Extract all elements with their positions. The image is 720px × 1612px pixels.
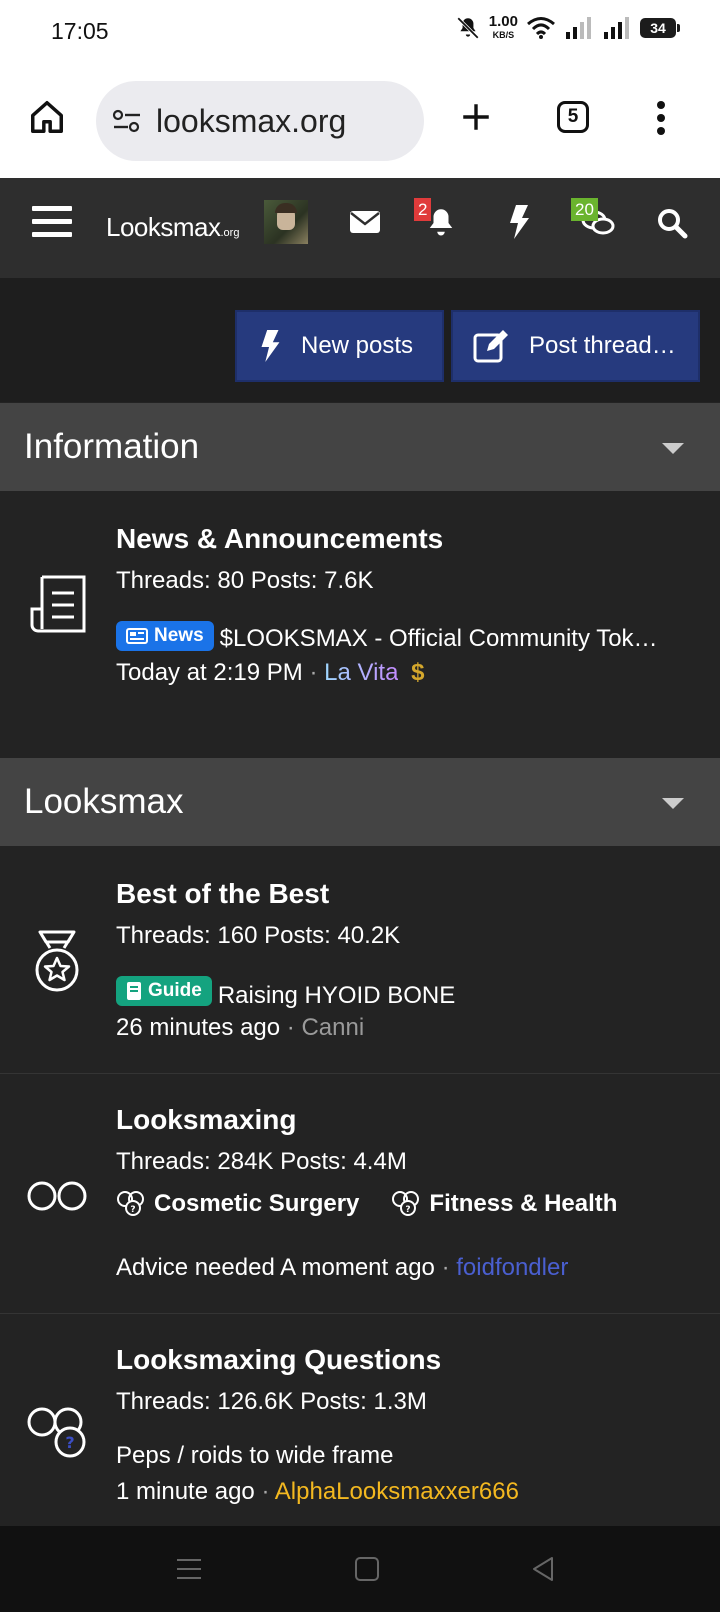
signal-icon-1: [566, 16, 591, 39]
alerts-count-badge: 2: [414, 198, 432, 221]
svg-text:?: ?: [65, 1433, 74, 1452]
latest-meta[interactable]: Advice needed A moment ago · foidfondler: [116, 1254, 568, 1282]
latest-thread[interactable]: Guide Raising HYOID BONE: [116, 976, 455, 1010]
latest-thread-title[interactable]: Peps / roids to wide frame: [116, 1442, 393, 1470]
latest-meta: 26 minutes ago · Canni: [116, 1014, 365, 1041]
recent-apps-icon[interactable]: [176, 1556, 202, 1582]
logo-main-text: Looksmax: [106, 212, 221, 242]
net-speed-unit: KB/S: [492, 30, 515, 40]
prefix-label: News: [154, 625, 204, 646]
latest-user[interactable]: La Vita: [324, 659, 398, 686]
bolt-icon: [261, 329, 280, 363]
latest-time: 26 minutes ago: [116, 1014, 281, 1041]
section-header-looksmax[interactable]: Looksmax: [0, 758, 720, 846]
site-settings-icon[interactable]: [112, 108, 142, 134]
section-header-information[interactable]: Information: [0, 403, 720, 491]
forum-title[interactable]: Looksmaxing: [116, 1104, 296, 1136]
back-nav-icon[interactable]: [530, 1555, 556, 1583]
forum-stats: Threads: 160 Posts: 40.2K: [116, 922, 401, 949]
latest-user[interactable]: Canni: [301, 1014, 364, 1041]
forum-row-best-of-the-best[interactable]: Best of the Best Threads: 160 Posts: 40.…: [0, 848, 720, 1073]
forum-title[interactable]: Best of the Best: [116, 878, 329, 910]
latest-user[interactable]: AlphaLooksmaxxer666: [275, 1478, 519, 1505]
subforum-fitness-health[interactable]: ? Fitness & Health: [391, 1190, 617, 1218]
latest-time: 1 minute ago: [116, 1478, 255, 1505]
search-icon[interactable]: [656, 207, 688, 239]
post-thread-label: Post thread…: [529, 332, 676, 359]
forum-row-looksmaxing-questions[interactable]: ? Looksmaxing Questions Threads: 126.6K …: [0, 1314, 720, 1526]
system-navigation-bar: [0, 1526, 720, 1612]
status-icons: 1.00 KB/S 34: [455, 14, 680, 41]
subforum-cosmetic-surgery[interactable]: ? Cosmetic Surgery: [116, 1190, 359, 1218]
forum-title[interactable]: News & Announcements: [116, 523, 443, 555]
net-speed-value: 1.00: [488, 13, 518, 30]
new-tab-icon[interactable]: [459, 100, 493, 134]
status-time: 17:05: [51, 18, 109, 44]
forum-title[interactable]: Looksmaxing Questions: [116, 1344, 441, 1376]
prefix-label: Guide: [148, 980, 202, 1001]
logo-suffix-text: .org: [220, 227, 240, 239]
mute-bell-icon: [456, 16, 479, 39]
latest-meta: 1 minute ago · AlphaLooksmaxxer666: [116, 1478, 519, 1505]
address-bar[interactable]: looksmax.org: [96, 81, 424, 161]
dollar-emblem-icon: $: [411, 659, 425, 686]
post-thread-button[interactable]: Post thread…: [451, 310, 700, 382]
forum-stats: Threads: 126.6K Posts: 1.3M: [116, 1388, 427, 1415]
subforum-bubbles-icon: ?: [117, 1191, 144, 1216]
medal-icon: [35, 930, 79, 992]
forum-stats: Threads: 284K Posts: 4.4M: [116, 1148, 407, 1175]
book-icon: [127, 982, 141, 1000]
battery-indicator: 34: [640, 17, 680, 38]
latest-user[interactable]: foidfondler: [456, 1254, 568, 1281]
net-speed: 1.00 KB/S: [489, 14, 518, 41]
inbox-icon[interactable]: [349, 210, 381, 234]
tab-switcher-button[interactable]: 5: [557, 101, 589, 133]
wifi-icon: [527, 16, 555, 39]
action-bar: New posts Post thread…: [0, 278, 720, 402]
forum-stats: Threads: 80 Posts: 7.6K: [116, 567, 374, 594]
subforum-bubbles-icon: ?: [392, 1191, 420, 1216]
latest-time: Today at 2:19 PM: [116, 659, 303, 686]
more-menu-icon[interactable]: [655, 100, 667, 136]
url-text: looksmax.org: [156, 102, 347, 139]
forum-row-looksmaxing[interactable]: Looksmaxing Threads: 284K Posts: 4.4M ? …: [0, 1074, 720, 1313]
status-bar: 17:05 1.00 KB/S 34: [0, 0, 720, 64]
section-title: Looksmax: [24, 782, 184, 821]
user-avatar[interactable]: [264, 200, 308, 244]
home-icon[interactable]: [28, 98, 66, 136]
new-posts-button[interactable]: New posts: [235, 310, 444, 382]
prefix-badge-guide: Guide: [116, 976, 212, 1006]
site-logo[interactable]: Looksmax.org: [106, 212, 239, 243]
question-bubbles-icon: ?: [27, 1407, 86, 1458]
latest-thread-title: Raising HYOID BONE: [217, 982, 456, 1009]
collapse-caret-icon[interactable]: [662, 443, 684, 454]
signal-icon-2: [604, 16, 629, 39]
svg-text:?: ?: [130, 1205, 135, 1215]
latest-meta: Today at 2:19 PM · La Vita $: [116, 659, 425, 686]
latest-time: A moment ago: [280, 1254, 435, 1281]
latest-thread[interactable]: News $LOOKSMAX - Official Community Tok…: [116, 621, 658, 653]
forum-row-news[interactable]: News & Announcements Threads: 80 Posts: …: [0, 493, 720, 758]
newspaper-icon: [126, 628, 148, 644]
subforum-list: ? Cosmetic Surgery ? Fitness & Health: [116, 1190, 617, 1218]
whats-new-bolt-icon[interactable]: [508, 204, 530, 240]
compose-icon: [473, 330, 508, 363]
latest-thread-title: $LOOKSMAX - Official Community Tok…: [219, 625, 658, 652]
section-title: Information: [24, 427, 200, 466]
conversations-count-badge: 20: [571, 198, 598, 221]
new-posts-label: New posts: [301, 332, 414, 359]
latest-thread-title: Advice needed: [116, 1254, 275, 1281]
subforum-label: Cosmetic Surgery: [154, 1190, 360, 1217]
home-nav-icon[interactable]: [354, 1556, 380, 1582]
subforum-label: Fitness & Health: [429, 1190, 618, 1217]
news-document-icon: [30, 575, 86, 633]
infinity-icon: [27, 1181, 87, 1211]
prefix-badge-news: News: [116, 621, 214, 651]
hamburger-menu-icon[interactable]: [32, 204, 72, 240]
site-header: Looksmax.org 2 20: [0, 178, 720, 278]
browser-toolbar: looksmax.org 5: [0, 64, 720, 178]
collapse-caret-icon[interactable]: [662, 798, 684, 809]
svg-text:?: ?: [406, 1205, 411, 1215]
